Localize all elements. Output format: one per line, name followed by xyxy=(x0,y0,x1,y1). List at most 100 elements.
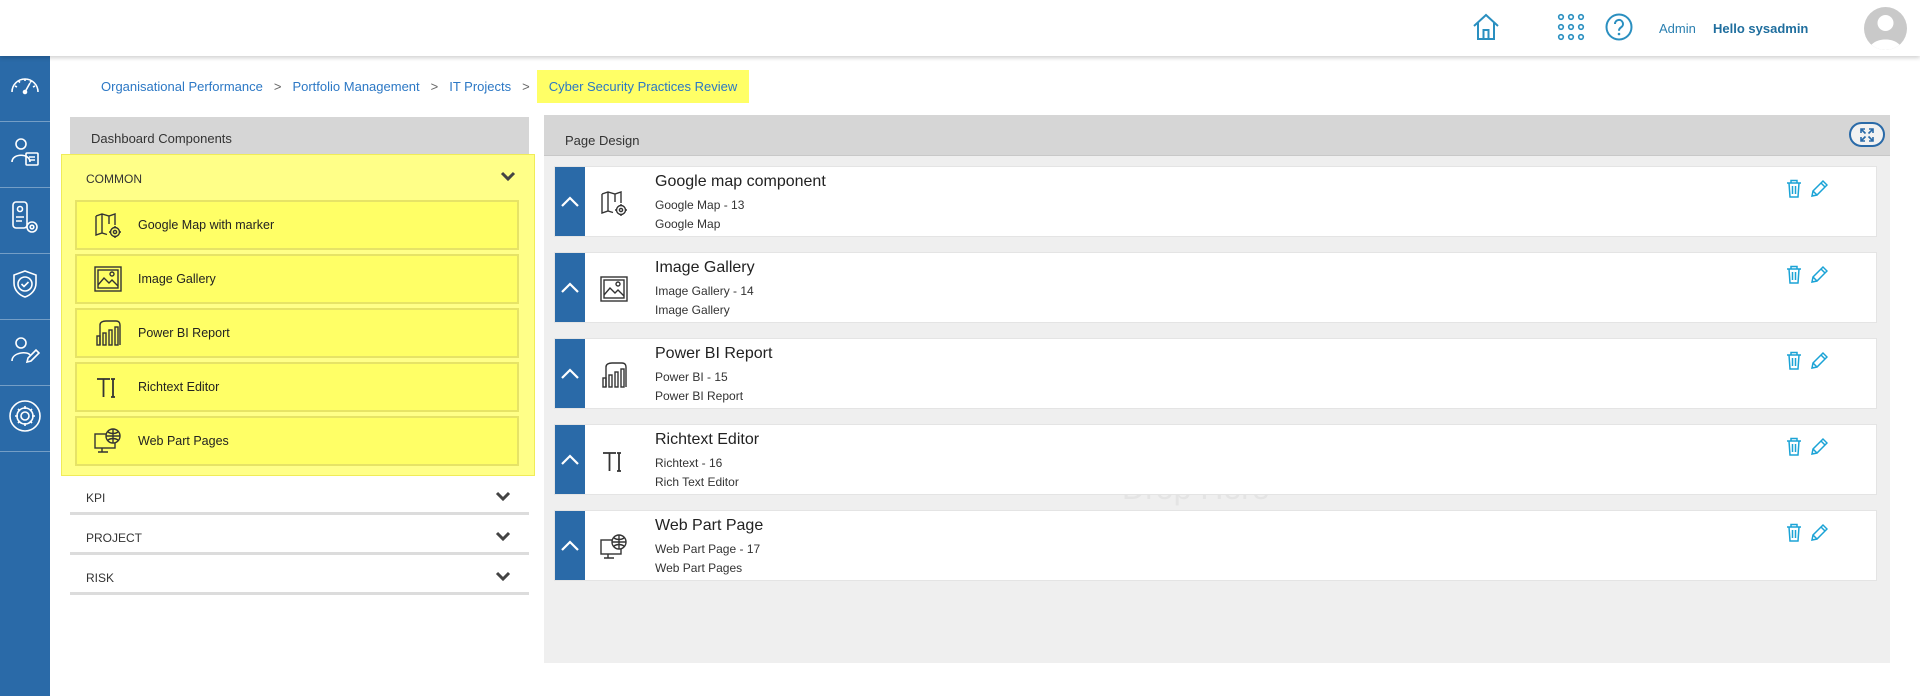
avatar[interactable] xyxy=(1864,7,1907,50)
card-subtitle: Richtext - 16 xyxy=(655,456,723,470)
image-icon xyxy=(598,273,630,305)
collapse-toggle[interactable] xyxy=(555,425,585,494)
card-type: Image Gallery xyxy=(655,303,730,317)
pencil-icon[interactable] xyxy=(1810,265,1828,284)
shield-check-icon xyxy=(9,268,41,305)
power-bi-icon xyxy=(93,318,123,348)
web-part-icon xyxy=(598,531,630,563)
component-item-image-gallery[interactable]: Image Gallery xyxy=(75,254,519,304)
chevron-down-icon xyxy=(495,531,511,542)
trash-icon[interactable] xyxy=(1786,523,1802,542)
pencil-icon[interactable] xyxy=(1810,437,1828,456)
trash-icon[interactable] xyxy=(1786,265,1802,284)
chevron-down-icon xyxy=(495,571,511,582)
sidebar xyxy=(0,56,50,696)
chevron-up-icon xyxy=(561,367,579,379)
accordion-project[interactable]: PROJECT xyxy=(70,519,529,555)
design-card-power-bi[interactable]: Power BI Report Power BI - 15 Power BI R… xyxy=(554,338,1877,409)
breadcrumb-item-organisational-performance[interactable]: Organisational Performance xyxy=(101,79,263,94)
card-title: Image Gallery xyxy=(655,259,755,276)
user-edit-icon xyxy=(9,334,41,371)
design-card-richtext[interactable]: Richtext Editor Richtext - 16 Rich Text … xyxy=(554,424,1877,495)
component-item-label: Image Gallery xyxy=(138,272,216,286)
design-card-google-map[interactable]: Google map component Google Map - 13 Goo… xyxy=(554,166,1877,237)
pencil-icon[interactable] xyxy=(1810,351,1828,370)
component-item-richtext-editor[interactable]: Richtext Editor xyxy=(75,362,519,412)
admin-link[interactable]: Admin xyxy=(1659,21,1696,36)
breadcrumb-item-portfolio-management[interactable]: Portfolio Management xyxy=(292,79,419,94)
user-document-icon xyxy=(9,136,41,173)
page-design-panel: Page Design Drop Here Google map compone… xyxy=(544,115,1890,663)
text-icon xyxy=(93,372,123,402)
card-subtitle: Web Part Page - 17 xyxy=(655,542,761,556)
component-item-power-bi[interactable]: Power BI Report xyxy=(75,308,519,358)
pencil-icon[interactable] xyxy=(1810,523,1828,542)
expand-icon xyxy=(1860,127,1874,142)
card-title: Google map component xyxy=(655,173,826,190)
chevron-down-icon xyxy=(495,491,511,502)
image-icon xyxy=(93,264,123,294)
help-icon[interactable] xyxy=(1604,12,1634,47)
component-item-label: Google Map with marker xyxy=(138,218,275,232)
card-type: Power BI Report xyxy=(655,389,744,403)
panel-title: Dashboard Components xyxy=(70,117,529,159)
design-card-web-part-page[interactable]: Web Part Page Web Part Page - 17 Web Par… xyxy=(554,510,1877,581)
common-section: COMMON Google Map with marker Image Gall… xyxy=(61,154,535,476)
expand-button[interactable] xyxy=(1849,122,1885,147)
sidebar-item-user-documents[interactable] xyxy=(0,122,50,188)
gear-icon xyxy=(8,399,42,438)
sidebar-item-settings[interactable] xyxy=(0,386,50,452)
component-item-web-part-pages[interactable]: Web Part Pages xyxy=(75,416,519,466)
chevron-up-icon xyxy=(561,195,579,207)
collapse-toggle[interactable] xyxy=(555,253,585,322)
card-subtitle: Power BI - 15 xyxy=(655,370,728,384)
breadcrumb: Organisational Performance > Portfolio M… xyxy=(101,69,750,103)
sidebar-item-user-edit[interactable] xyxy=(0,320,50,386)
chevron-up-icon xyxy=(561,539,579,551)
card-subtitle: Image Gallery - 14 xyxy=(655,284,754,298)
panel-title: Page Design xyxy=(544,115,1890,156)
card-title: Power BI Report xyxy=(655,345,773,362)
breadcrumb-separator: > xyxy=(430,78,439,94)
dashboard-components-panel: Dashboard Components COMMON Google Map w… xyxy=(61,117,535,597)
dashboard-gauge-icon xyxy=(9,70,41,107)
accordion-risk[interactable]: RISK xyxy=(70,559,529,595)
trash-icon[interactable] xyxy=(1786,179,1802,198)
component-item-label: Richtext Editor xyxy=(138,380,220,394)
common-section-header[interactable]: COMMON xyxy=(62,155,534,200)
card-title: Richtext Editor xyxy=(655,431,760,448)
breadcrumb-item-it-projects[interactable]: IT Projects xyxy=(449,79,511,94)
breadcrumb-separator: > xyxy=(522,78,530,94)
collapse-toggle[interactable] xyxy=(555,167,585,236)
card-type: Web Part Pages xyxy=(655,561,743,575)
home-icon[interactable] xyxy=(1471,12,1501,47)
component-item-label: Power BI Report xyxy=(138,326,230,340)
text-icon xyxy=(598,445,630,477)
collapse-toggle[interactable] xyxy=(555,511,585,580)
map-gear-icon xyxy=(93,210,123,240)
card-type: Google Map xyxy=(655,217,721,231)
web-part-icon xyxy=(93,426,123,456)
component-item-google-map[interactable]: Google Map with marker xyxy=(75,200,519,250)
collapse-toggle[interactable] xyxy=(555,339,585,408)
chevron-up-icon xyxy=(561,453,579,465)
breadcrumb-separator: > xyxy=(273,78,282,94)
sidebar-item-security[interactable] xyxy=(0,254,50,320)
common-section-label: COMMON xyxy=(86,172,142,186)
card-type: Rich Text Editor xyxy=(655,475,739,489)
design-card-image-gallery[interactable]: Image Gallery Image Gallery - 14 Image G… xyxy=(554,252,1877,323)
apps-grid-icon[interactable] xyxy=(1556,12,1586,47)
trash-icon[interactable] xyxy=(1786,351,1802,370)
accordion-kpi[interactable]: KPI xyxy=(70,479,529,515)
sidebar-item-settings-device[interactable] xyxy=(0,188,50,254)
trash-icon[interactable] xyxy=(1786,437,1802,456)
accordion-label: PROJECT xyxy=(86,531,143,545)
settings-phone-icon xyxy=(9,200,41,241)
chevron-up-icon xyxy=(561,281,579,293)
chevron-down-icon xyxy=(500,171,516,182)
component-item-label: Web Part Pages xyxy=(138,434,229,448)
map-gear-icon xyxy=(598,187,630,219)
sidebar-item-dashboard[interactable] xyxy=(0,56,50,122)
pencil-icon[interactable] xyxy=(1810,179,1828,198)
user-greeting: Hello sysadmin xyxy=(1713,21,1809,36)
